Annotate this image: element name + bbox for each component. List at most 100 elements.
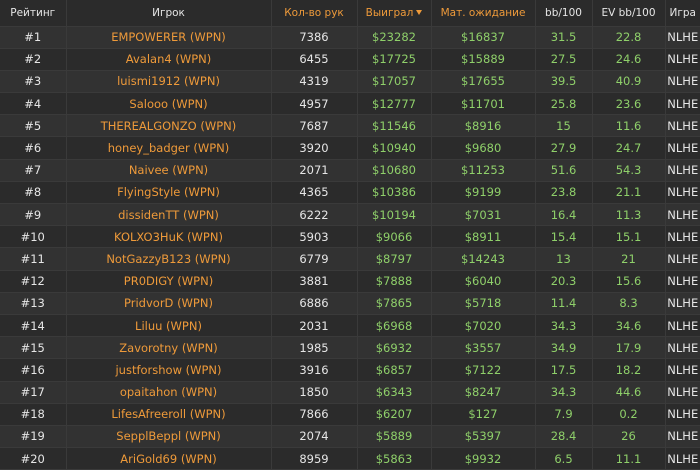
player-link[interactable]: PridvorD (WPN) xyxy=(65,292,271,315)
player-link[interactable]: luismi1912 (WPN) xyxy=(65,70,271,94)
player-link[interactable]: Zavorotny (WPN) xyxy=(65,336,271,360)
game-cell: NLHE xyxy=(664,136,700,160)
bb100-cell: 20.3 xyxy=(534,270,592,293)
header-bb100[interactable]: bb/100 xyxy=(534,0,592,27)
ev-cell: $14243 xyxy=(430,247,535,271)
evbb100-cell: 24.6 xyxy=(591,48,665,71)
won-cell: $10940 xyxy=(356,136,431,160)
player-link[interactable]: SepplBeppl (WPN) xyxy=(65,425,271,449)
table-row[interactable]: #3 luismi1912 (WPN) 4319 $17057 $17655 39.5 40… xyxy=(0,70,700,94)
header-evbb100[interactable]: EV bb/100 xyxy=(591,0,665,27)
rank-cell: #7 xyxy=(0,159,66,182)
table-row[interactable]: #11 NotGazzyB123 (WPN) 6779 $8797 $14243 13 21… xyxy=(0,247,700,271)
won-cell: $17725 xyxy=(356,48,431,71)
won-cell: $11546 xyxy=(356,114,431,138)
rank-cell: #16 xyxy=(0,358,66,382)
won-cell: $23282 xyxy=(356,26,431,49)
rank-cell: #6 xyxy=(0,136,66,160)
ev-cell: $16837 xyxy=(430,26,535,49)
table-row[interactable]: #15 Zavorotny (WPN) 1985 $6932 $3557 34.9 17.9… xyxy=(0,336,700,360)
player-link[interactable]: AriGold69 (WPN) xyxy=(65,447,271,470)
header-ev[interactable]: Мат. ожидание xyxy=(430,0,535,27)
hands-cell: 4365 xyxy=(270,181,357,205)
hands-cell: 6455 xyxy=(270,48,357,71)
evbb100-cell: 34.6 xyxy=(591,314,665,338)
player-link[interactable]: EMPOWERER (WPN) xyxy=(65,26,271,49)
ev-cell: $17655 xyxy=(430,70,535,94)
won-cell: $7888 xyxy=(356,270,431,293)
game-cell: NLHE xyxy=(664,270,700,293)
table-row[interactable]: #12 PR0DIGY (WPN) 3881 $7888 $6040 20.3 15.6 NL… xyxy=(0,270,700,293)
player-link[interactable]: Naivee (WPN) xyxy=(65,159,271,182)
player-link[interactable]: honey_badger (WPN) xyxy=(65,136,271,160)
header-hands[interactable]: Кол-во рук xyxy=(270,0,357,27)
table-row[interactable]: #10 KOLXO3HuK (WPN) 5903 $9066 $8911 15.4 15.1… xyxy=(0,225,700,249)
table-row[interactable]: #13 PridvorD (WPN) 6886 $7865 $5718 11.4 8.3 NL… xyxy=(0,292,700,315)
player-link[interactable]: Salooo (WPN) xyxy=(65,92,271,116)
player-link[interactable]: THEREALGONZO (WPN) xyxy=(65,114,271,138)
table-row[interactable]: #8 FlyingStyle (WPN) 4365 $10386 $9199 23.8 21… xyxy=(0,181,700,205)
hands-cell: 1985 xyxy=(270,336,357,360)
evbb100-cell: 24.7 xyxy=(591,136,665,160)
rank-cell: #14 xyxy=(0,314,66,338)
table-row[interactable]: #1 EMPOWERER (WPN) 7386 $23282 $16837 31.5 22.… xyxy=(0,26,700,49)
header-player[interactable]: Игрок xyxy=(65,0,271,27)
sort-desc-icon xyxy=(416,9,423,15)
player-link[interactable]: PR0DIGY (WPN) xyxy=(65,270,271,293)
player-link[interactable]: justforshow (WPN) xyxy=(65,358,271,382)
won-cell: $6857 xyxy=(356,358,431,382)
table-row[interactable]: #18 LifesAfreeroll (WPN) 7866 $6207 $127 7.9 0… xyxy=(0,403,700,426)
bb100-cell: 17.5 xyxy=(534,358,592,382)
table-row[interactable]: #17 opaitahon (WPN) 1850 $6343 $8247 34.3 44.6… xyxy=(0,381,700,404)
ev-cell: $11701 xyxy=(430,92,535,116)
player-link[interactable]: FlyingStyle (WPN) xyxy=(65,181,271,205)
hands-cell: 4319 xyxy=(270,70,357,94)
game-cell: NLHE xyxy=(664,92,700,116)
evbb100-cell: 0.2 xyxy=(591,403,665,426)
bb100-cell: 34.9 xyxy=(534,336,592,360)
player-link[interactable]: dissidenTT (WPN) xyxy=(65,203,271,227)
table-row[interactable]: #7 Naivee (WPN) 2071 $10680 $11253 51.6 54.3 NL… xyxy=(0,159,700,182)
table-row[interactable]: #9 dissidenTT (WPN) 6222 $10194 $7031 16.4 11.… xyxy=(0,203,700,227)
evbb100-cell: 44.6 xyxy=(591,381,665,404)
header-game[interactable]: Игра xyxy=(664,0,700,27)
ev-cell: $6040 xyxy=(430,270,535,293)
player-link[interactable]: KOLXO3HuK (WPN) xyxy=(65,225,271,249)
table-row[interactable]: #6 honey_badger (WPN) 3920 $10940 $9680 27.9 2… xyxy=(0,136,700,160)
won-cell: $10194 xyxy=(356,203,431,227)
rank-cell: #19 xyxy=(0,425,66,449)
rank-cell: #18 xyxy=(0,403,66,426)
evbb100-cell: 22.8 xyxy=(591,26,665,49)
table-row[interactable]: #20 AriGold69 (WPN) 8959 $5863 $9932 6.5 11.1 N… xyxy=(0,447,700,470)
table-header: Рейтинг Игрок Кол-во рук Выиграл Мат. ож… xyxy=(0,0,700,27)
table-row[interactable]: #2 Avalan4 (WPN) 6455 $17725 $15889 27.5 24.6 N… xyxy=(0,48,700,71)
player-link[interactable]: NotGazzyB123 (WPN) xyxy=(65,247,271,271)
hands-cell: 1850 xyxy=(270,381,357,404)
game-cell: NLHE xyxy=(664,247,700,271)
won-cell: $6932 xyxy=(356,336,431,360)
bb100-cell: 28.4 xyxy=(534,425,592,449)
won-cell: $7865 xyxy=(356,292,431,315)
won-cell: $6343 xyxy=(356,381,431,404)
table-row[interactable]: #19 SepplBeppl (WPN) 2074 $5889 $5397 28.4 26 N… xyxy=(0,425,700,449)
player-link[interactable]: opaitahon (WPN) xyxy=(65,381,271,404)
table-row[interactable]: #16 justforshow (WPN) 3916 $6857 $7122 17.5 18… xyxy=(0,358,700,382)
header-won[interactable]: Выиграл xyxy=(356,0,431,27)
bb100-cell: 13 xyxy=(534,247,592,271)
hands-cell: 3920 xyxy=(270,136,357,160)
player-link[interactable]: Avalan4 (WPN) xyxy=(65,48,271,71)
table-row[interactable]: #5 THEREALGONZO (WPN) 7687 $11546 $8916 15 11.… xyxy=(0,114,700,138)
game-cell: NLHE xyxy=(664,314,700,338)
table-row[interactable]: #4 Salooo (WPN) 4957 $12777 $11701 25.8 23.6 NL… xyxy=(0,92,700,116)
bb100-cell: 51.6 xyxy=(534,159,592,182)
table-row[interactable]: #14 Liluu (WPN) 2031 $6968 $7020 34.3 34.6 NLHE xyxy=(0,314,700,338)
game-cell: NLHE xyxy=(664,403,700,426)
won-cell: $12777 xyxy=(356,92,431,116)
header-rank[interactable]: Рейтинг xyxy=(0,0,66,27)
hands-cell: 3916 xyxy=(270,358,357,382)
player-link[interactable]: Liluu (WPN) xyxy=(65,314,271,338)
bb100-cell: 39.5 xyxy=(534,70,592,94)
bb100-cell: 11.4 xyxy=(534,292,592,315)
game-cell: NLHE xyxy=(664,159,700,182)
player-link[interactable]: LifesAfreeroll (WPN) xyxy=(65,403,271,426)
